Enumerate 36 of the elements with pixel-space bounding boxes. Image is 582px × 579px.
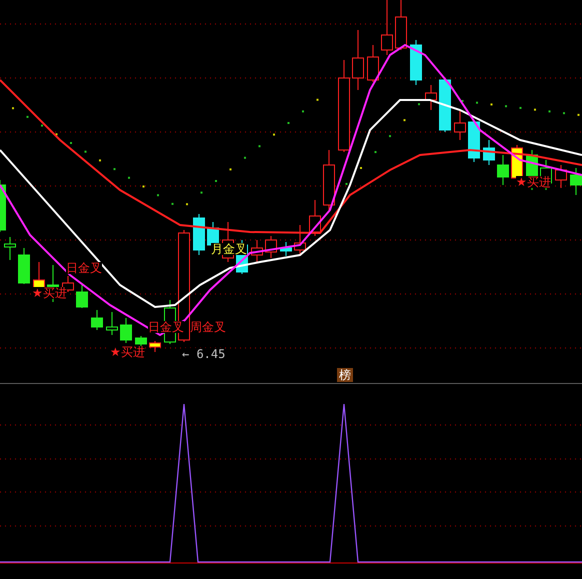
candlestick: [135, 336, 147, 346]
candlestick: [294, 224, 306, 254]
candlestick: [265, 236, 277, 258]
buy-signal-label: ★买进: [32, 287, 67, 299]
candlestick: [76, 282, 88, 308]
golden-cross-label: 日金叉: [66, 262, 102, 274]
price-label: ← 6.45: [182, 348, 226, 360]
candlestick: [106, 312, 118, 336]
golden-cross-label: 周金叉: [190, 321, 226, 333]
candlestick: [149, 340, 161, 352]
candlestick: [251, 240, 263, 262]
candlestick: [497, 154, 509, 186]
candlestick: [454, 110, 466, 140]
candlestick: [555, 164, 567, 188]
golden-cross-label: 月金叉: [211, 243, 247, 255]
buy-signal-label: ★买进: [110, 346, 145, 358]
candlestick: [425, 84, 437, 110]
candlestick: [120, 318, 132, 344]
candlestick: [468, 120, 480, 162]
candlestick: [439, 78, 451, 132]
candlestick: [0, 180, 6, 232]
candlestick: [323, 150, 335, 210]
candlestick: [352, 30, 364, 90]
golden-cross-label: 日金叉: [148, 321, 184, 333]
candlestick: [570, 168, 582, 196]
candlestick: [91, 310, 103, 330]
indicator-badge: 榜: [337, 368, 353, 382]
candlestick: [410, 40, 422, 86]
buy-signal-label: ★买进: [516, 176, 551, 188]
candlestick: [4, 236, 16, 260]
candlestick: [367, 44, 379, 82]
candlestick: [483, 140, 495, 166]
candlestick: [18, 248, 30, 284]
candlestick: [309, 200, 321, 236]
candlestick: [193, 214, 205, 256]
candlestick: [280, 242, 292, 256]
